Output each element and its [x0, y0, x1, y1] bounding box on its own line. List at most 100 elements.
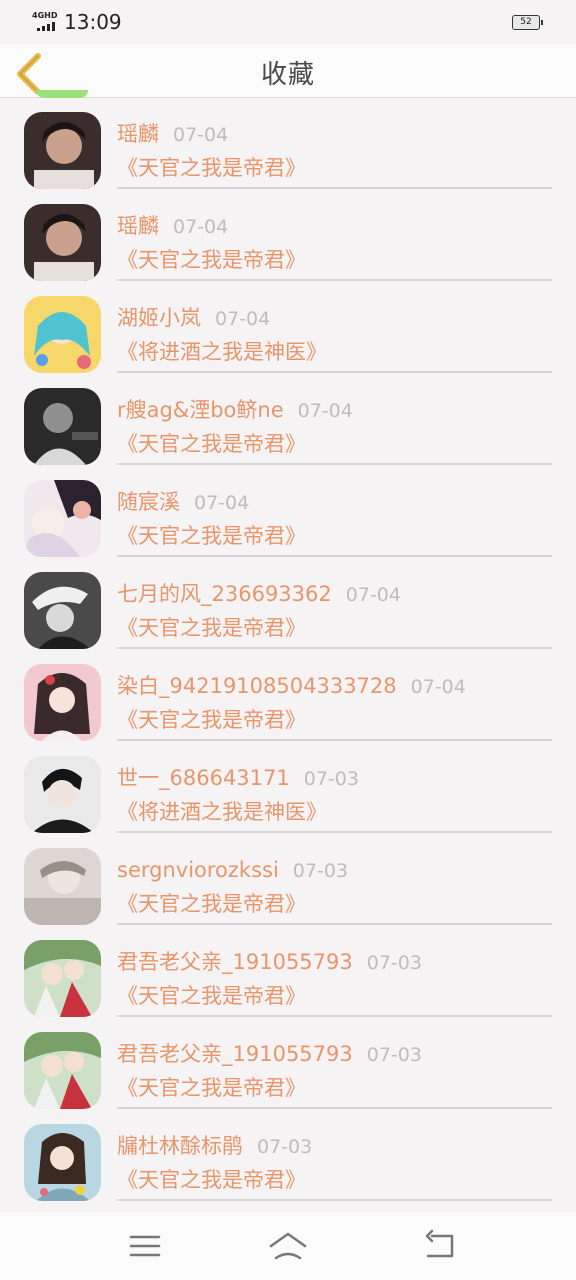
- signal-icon: 4GHD: [32, 12, 60, 32]
- avatar[interactable]: [24, 1124, 101, 1201]
- user-name-row: 世一_686643171 07-03: [117, 764, 359, 793]
- divider: [117, 555, 552, 557]
- book-title[interactable]: 《天官之我是帝君》: [117, 430, 306, 458]
- partial-avatar: [36, 90, 88, 98]
- list-item[interactable]: r艘ag&湮bo鲚ne 07-04 《天官之我是帝君》: [0, 374, 576, 466]
- list-item[interactable]: 随宸溪 07-04 《天官之我是帝君》: [0, 466, 576, 558]
- date-label: 07-04: [215, 308, 271, 330]
- user-name[interactable]: 随宸溪: [117, 490, 180, 514]
- favorites-list: 瑶麟 07-04 《天官之我是帝君》 瑶麟 07-04 《天官之我是帝君》 湖姬小岚…: [0, 98, 576, 1210]
- battery-level: 52: [520, 17, 532, 27]
- user-name-row: sergnviorozkssi 07-03: [117, 856, 348, 885]
- book-title[interactable]: 《天官之我是帝君》: [117, 522, 306, 550]
- home-icon: [269, 1232, 307, 1260]
- date-label: 07-03: [292, 860, 349, 882]
- system-nav-bar: [0, 1212, 576, 1280]
- divider: [117, 739, 552, 741]
- menu-button[interactable]: [125, 1228, 165, 1264]
- avatar[interactable]: [24, 204, 101, 281]
- date-label: 07-04: [345, 584, 401, 606]
- date-label: 07-03: [303, 768, 359, 790]
- divider: [117, 923, 552, 925]
- user-name-row: 瑶麟 07-04: [117, 212, 228, 241]
- user-name[interactable]: r艘ag&湮bo鲚ne: [117, 398, 284, 422]
- book-title[interactable]: 《将进酒之我是神医》: [117, 798, 327, 826]
- page-title: 收藏: [260, 60, 315, 90]
- status-time: 13:09: [64, 10, 122, 34]
- home-button[interactable]: [268, 1228, 308, 1264]
- user-name-row: 湖姬小岚 07-04: [117, 304, 270, 333]
- user-name[interactable]: 湖姬小岚: [117, 306, 201, 330]
- avatar[interactable]: [24, 848, 101, 925]
- divider: [117, 371, 552, 373]
- divider: [117, 1107, 552, 1109]
- user-name[interactable]: 君吾老父亲_191055793: [117, 950, 353, 974]
- user-name-row: 君吾老父亲_191055793 07-03: [117, 948, 422, 977]
- user-name[interactable]: 君吾老父亲_191055793: [117, 1042, 353, 1066]
- list-item[interactable]: 瑶麟 07-04 《天官之我是帝君》: [0, 98, 576, 190]
- book-title[interactable]: 《天官之我是帝君》: [117, 246, 306, 274]
- book-title[interactable]: 《天官之我是帝君》: [117, 890, 306, 918]
- date-label: 07-03: [257, 1136, 313, 1158]
- user-name-row: 瑶麟 07-04: [117, 120, 228, 149]
- list-item[interactable]: 世一_686643171 07-03 《将进酒之我是神医》: [0, 742, 576, 834]
- battery-icon: 52: [512, 15, 543, 30]
- divider: [117, 463, 552, 465]
- return-button[interactable]: [420, 1228, 460, 1264]
- avatar[interactable]: [24, 940, 101, 1017]
- date-label: 07-03: [366, 1044, 422, 1066]
- divider: [117, 279, 552, 281]
- menu-icon: [129, 1235, 161, 1257]
- book-title[interactable]: 《将进酒之我是神医》: [117, 338, 327, 366]
- book-title[interactable]: 《天官之我是帝君》: [117, 982, 306, 1010]
- network-type: 4GHD: [32, 11, 58, 20]
- avatar[interactable]: [24, 388, 101, 465]
- user-name-row: 七月的风_236693362 07-04: [117, 580, 401, 609]
- user-name[interactable]: 染白_94219108504333728: [117, 674, 397, 698]
- list-item[interactable]: 染白_94219108504333728 07-04 《天官之我是帝君》: [0, 650, 576, 742]
- date-label: 07-03: [366, 952, 422, 974]
- user-name-row: 随宸溪 07-04: [117, 488, 249, 517]
- user-name[interactable]: 牖杜林酴标鹃: [117, 1134, 243, 1158]
- divider: [117, 647, 552, 649]
- date-label: 07-04: [194, 492, 250, 514]
- date-label: 07-04: [173, 124, 229, 146]
- list-item[interactable]: 七月的风_236693362 07-04 《天官之我是帝君》: [0, 558, 576, 650]
- date-label: 07-04: [410, 676, 466, 698]
- divider: [117, 1199, 552, 1201]
- date-label: 07-04: [173, 216, 229, 238]
- status-bar: 4GHD 13:09 52: [0, 0, 576, 44]
- divider: [117, 187, 552, 189]
- list-item[interactable]: 牖杜林酴标鹃 07-03 《天官之我是帝君》: [0, 1110, 576, 1202]
- avatar[interactable]: [24, 1032, 101, 1109]
- user-name-row: 君吾老父亲_191055793 07-03: [117, 1040, 422, 1069]
- user-name[interactable]: 七月的风_236693362: [117, 582, 332, 606]
- divider: [117, 1015, 552, 1017]
- avatar[interactable]: [24, 664, 101, 741]
- date-label: 07-04: [297, 400, 353, 422]
- book-title[interactable]: 《天官之我是帝君》: [117, 1074, 306, 1102]
- list-item[interactable]: 君吾老父亲_191055793 07-03 《天官之我是帝君》: [0, 1018, 576, 1110]
- user-name[interactable]: sergnviorozkssi: [117, 858, 279, 882]
- list-item[interactable]: sergnviorozkssi 07-03 《天官之我是帝君》: [0, 834, 576, 926]
- list-item[interactable]: 瑶麟 07-04 《天官之我是帝君》: [0, 190, 576, 282]
- user-name-row: 牖杜林酴标鹃 07-03: [117, 1132, 312, 1161]
- avatar[interactable]: [24, 572, 101, 649]
- list-item[interactable]: 湖姬小岚 07-04 《将进酒之我是神医》: [0, 282, 576, 374]
- user-name[interactable]: 世一_686643171: [117, 766, 290, 790]
- book-title[interactable]: 《天官之我是帝君》: [117, 154, 306, 182]
- avatar[interactable]: [24, 480, 101, 557]
- user-name-row: r艘ag&湮bo鲚ne 07-04: [117, 396, 353, 425]
- book-title[interactable]: 《天官之我是帝君》: [117, 1166, 306, 1194]
- user-name[interactable]: 瑶麟: [117, 214, 159, 238]
- user-name[interactable]: 瑶麟: [117, 122, 159, 146]
- book-title[interactable]: 《天官之我是帝君》: [117, 706, 306, 734]
- user-name-row: 染白_94219108504333728 07-04: [117, 672, 466, 701]
- avatar[interactable]: [24, 296, 101, 373]
- avatar[interactable]: [24, 112, 101, 189]
- avatar[interactable]: [24, 756, 101, 833]
- return-icon: [425, 1229, 454, 1258]
- list-item[interactable]: 君吾老父亲_191055793 07-03 《天官之我是帝君》: [0, 926, 576, 1018]
- divider: [117, 831, 552, 833]
- book-title[interactable]: 《天官之我是帝君》: [117, 614, 306, 642]
